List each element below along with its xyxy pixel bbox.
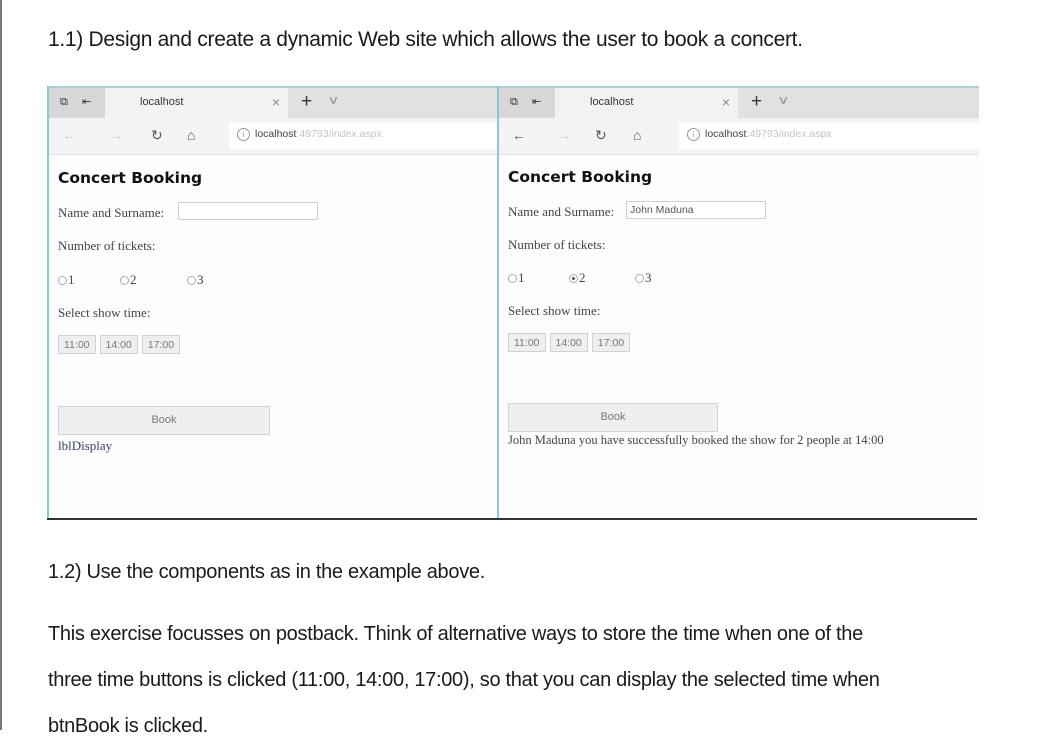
ticket-radio-1[interactable]: 1 [58, 272, 75, 288]
address-text: localhost:49793/index.aspx [255, 128, 382, 140]
heading-1-2: 1.2) Use the components as in the exampl… [48, 561, 485, 583]
name-input[interactable] [626, 201, 766, 219]
browser-tab[interactable]: localhost × [555, 88, 738, 118]
new-tab-icon[interactable]: + [301, 91, 312, 113]
tab-title: localhost [140, 96, 184, 108]
radio-circle[interactable] [58, 276, 67, 285]
book-button[interactable]: Book [508, 403, 718, 432]
app-title: Concert Booking [508, 168, 653, 186]
radio-circle[interactable] [120, 276, 129, 285]
new-tab-icon[interactable]: + [751, 91, 762, 113]
time-button-group: 11:00 14:00 17:00 [58, 335, 181, 354]
browser-window-booked: ⧉ ⇤ localhost × + ∨ ← → ↻ ⌂ i localhost:… [497, 86, 979, 518]
set-tabs-aside-icon[interactable]: ⇤ [532, 96, 544, 108]
ticket-radio-1[interactable]: 1 [508, 270, 525, 286]
tab-controls: ⧉ ⇤ [499, 88, 555, 118]
name-label: Name and Surname: [58, 205, 165, 220]
display-label: John Maduna you have successfully booked… [508, 433, 884, 447]
tickets-label: Number of tickets: [58, 238, 156, 253]
heading-1-1: 1.1) Design and create a dynamic Web sit… [48, 28, 803, 51]
tab-controls: ⧉ ⇤ [49, 88, 105, 118]
set-tabs-aside-icon[interactable]: ⇤ [82, 96, 94, 108]
radio-label: 2 [579, 270, 586, 285]
browser-window-empty: ⧉ ⇤ localhost × + ∨ ← → ↻ ⌂ i localhost:… [47, 86, 499, 518]
time-button-1100[interactable]: 11:00 [58, 335, 96, 354]
radio-circle[interactable] [187, 276, 196, 285]
forward-icon[interactable]: → [557, 127, 571, 143]
radio-circle[interactable] [508, 274, 517, 283]
name-input[interactable] [178, 202, 318, 220]
address-bar[interactable]: i localhost:49793/index.aspx [679, 122, 979, 149]
ticket-radio-2[interactable]: 2 [569, 270, 586, 286]
tabs-aside-icon[interactable]: ⧉ [60, 96, 72, 108]
ticket-radio-3[interactable]: 3 [187, 272, 204, 288]
tickets-label: Number of tickets: [508, 237, 606, 252]
time-button-1700[interactable]: 17:00 [141, 335, 181, 354]
chevron-down-icon[interactable]: ∨ [777, 93, 789, 107]
tab-bar: ⧉ ⇤ localhost × + ∨ [499, 88, 979, 118]
back-icon[interactable]: ← [62, 127, 76, 143]
close-tab-icon[interactable]: × [272, 94, 280, 110]
tab-bar: ⧉ ⇤ localhost × + ∨ [49, 88, 499, 118]
browser-tab[interactable]: localhost × [105, 88, 288, 118]
name-label: Name and Surname: [508, 204, 615, 219]
time-button-1100[interactable]: 11:00 [508, 333, 546, 352]
refresh-icon[interactable]: ↻ [151, 127, 163, 144]
forward-icon[interactable]: → [109, 127, 123, 143]
back-icon[interactable]: ← [512, 127, 526, 143]
radio-circle[interactable] [635, 274, 644, 283]
address-path: :49793/index.aspx [746, 128, 832, 140]
info-icon[interactable]: i [687, 128, 700, 141]
display-label: lblDisplay [58, 438, 113, 453]
paragraph-line: This exercise focusses on postback. Thin… [48, 623, 863, 645]
address-text: localhost:49793/index.aspx [705, 128, 832, 140]
ticket-radio-2[interactable]: 2 [120, 272, 137, 288]
radio-circle-selected[interactable] [569, 274, 578, 283]
refresh-icon[interactable]: ↻ [595, 127, 607, 144]
time-button-1400[interactable]: 14:00 [549, 333, 588, 352]
close-tab-icon[interactable]: × [722, 94, 730, 110]
radio-label: 2 [130, 272, 137, 287]
paragraph-line: btnBook is clicked. [48, 715, 208, 737]
home-icon[interactable]: ⌂ [633, 127, 641, 143]
time-label: Select show time: [508, 303, 601, 318]
radio-label: 3 [197, 272, 204, 287]
info-icon[interactable]: i [237, 128, 250, 141]
app-title: Concert Booking [58, 169, 203, 187]
page-left-border [0, 0, 2, 730]
book-button[interactable]: Book [58, 406, 270, 435]
radio-label: 1 [518, 270, 525, 285]
navigation-bar: ← → ↻ ⌂ i localhost:49793/index.aspx [499, 118, 979, 155]
tabs-aside-icon[interactable]: ⧉ [510, 96, 522, 108]
ticket-radio-3[interactable]: 3 [635, 270, 652, 286]
navigation-bar: ← → ↻ ⌂ i localhost:49793/index.aspx [49, 118, 499, 155]
address-path: :49793/index.aspx [296, 128, 382, 140]
radio-label: 3 [645, 270, 652, 285]
page-content: Concert Booking Name and Surname: Number… [499, 155, 979, 518]
paragraph-line: three time buttons is clicked (11:00, 14… [48, 669, 880, 691]
tab-title: localhost [590, 96, 634, 108]
address-host: localhost [705, 128, 747, 140]
address-host: localhost [255, 128, 297, 140]
time-label: Select show time: [58, 305, 151, 320]
time-button-1400[interactable]: 14:00 [99, 335, 138, 354]
time-button-1700[interactable]: 17:00 [591, 333, 631, 352]
radio-label: 1 [68, 272, 75, 287]
horizontal-rule [47, 518, 977, 520]
page-content: Concert Booking Name and Surname: Number… [49, 155, 499, 518]
chevron-down-icon[interactable]: ∨ [327, 93, 339, 107]
time-button-group: 11:00 14:00 17:00 [508, 333, 631, 352]
home-icon[interactable]: ⌂ [187, 127, 195, 143]
address-bar[interactable]: i localhost:49793/index.aspx [229, 122, 499, 149]
